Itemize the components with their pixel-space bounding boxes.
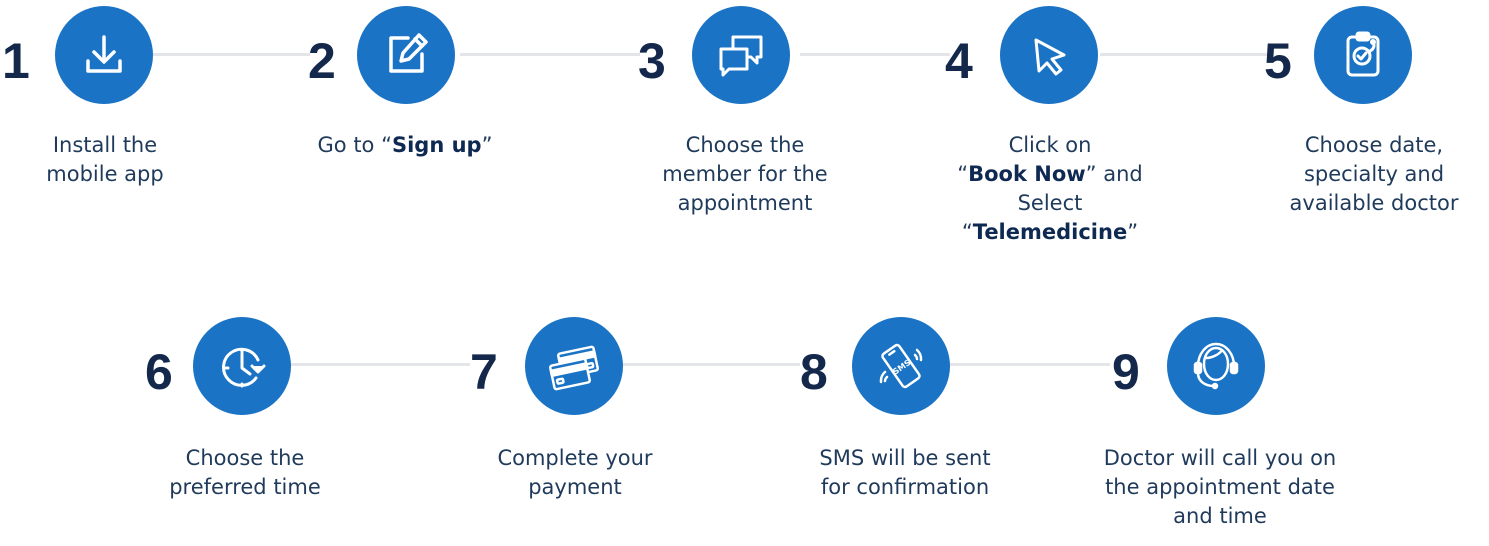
- step-4-caption: Click on “Book Now” and Select “Telemedi…: [945, 131, 1155, 247]
- connector-line-3-4: [800, 53, 950, 56]
- step-4-caption-post: ”: [1127, 220, 1139, 244]
- step-4-number: 4: [945, 33, 973, 89]
- connector-line-4-5: [1100, 53, 1270, 56]
- step-7-number: 7: [470, 344, 498, 400]
- step-4-circle: [1000, 6, 1098, 104]
- step-7-circle: [525, 317, 623, 415]
- step-3-caption-line: appointment: [677, 191, 813, 215]
- step-9-caption: Doctor will call you on the appointment …: [1050, 444, 1390, 531]
- step-7-caption: Complete your payment: [470, 444, 680, 502]
- step-1-circle: [55, 6, 153, 104]
- step-5-caption-line: specialty and: [1303, 162, 1445, 186]
- edit-icon: [389, 33, 428, 73]
- step-6-circle: [193, 317, 291, 415]
- step-9-caption-line: the appointment date: [1105, 475, 1335, 499]
- step-9-number: 9: [1112, 344, 1140, 400]
- connector-line-7-8: [620, 363, 800, 366]
- step-2-number: 2: [308, 33, 336, 89]
- step-2-circle: [357, 6, 455, 104]
- step-9-circle: [1167, 317, 1265, 415]
- cursor-icon: [1034, 38, 1066, 76]
- step-1-caption: Install the mobile app: [10, 131, 200, 189]
- step-8-caption: SMS will be sent for confirmation: [785, 444, 1025, 502]
- connector-line-8-9: [950, 363, 1110, 366]
- step-7-caption-line: payment: [528, 475, 622, 499]
- step-1-number: 1: [2, 33, 30, 89]
- step-5-caption-line: Choose date,: [1304, 133, 1444, 157]
- connector-line-2-3: [460, 53, 640, 56]
- step-6-number: 6: [145, 344, 173, 400]
- telemedicine-label: Telemedicine: [972, 220, 1128, 244]
- step-4-caption-line: Click on: [1008, 133, 1092, 157]
- step-6-caption-line: preferred time: [169, 475, 321, 499]
- step-3-circle: [692, 6, 790, 104]
- step-6-caption-line: Choose the: [185, 446, 305, 470]
- chat-bubbles-icon: [719, 35, 763, 77]
- clock-icon: [222, 347, 266, 388]
- step-9-caption-line: Doctor will call you on: [1103, 446, 1337, 470]
- step-5-caption-line: available doctor: [1289, 191, 1459, 215]
- step-5-number: 5: [1264, 33, 1292, 89]
- headset-agent-icon: [1193, 342, 1239, 390]
- step-3-caption-line: Choose the: [685, 133, 805, 157]
- credit-cards-icon: [549, 345, 599, 391]
- connector-line-6-7: [290, 363, 470, 366]
- step-2-caption-post: ”: [481, 133, 493, 157]
- step-4-caption-post: ” and: [1085, 162, 1143, 186]
- step-4-caption-pre: “: [957, 162, 969, 186]
- sms-phone-icon: SMS: [879, 343, 923, 389]
- step-5-caption: Choose date, specialty and available doc…: [1264, 131, 1484, 218]
- sign-up-label: Sign up: [391, 133, 482, 157]
- step-8-number: 8: [800, 344, 828, 400]
- step-9-caption-line: and time: [1173, 504, 1267, 528]
- step-7-caption-line: Complete your: [497, 446, 653, 470]
- clipboard-stethoscope-icon: [1346, 31, 1380, 77]
- book-now-label: Book Now: [968, 162, 1086, 186]
- download-icon: [86, 35, 122, 73]
- step-2-caption: Go to “Sign up”: [290, 131, 520, 160]
- step-4-caption-pre: “: [961, 220, 973, 244]
- connector-line-1-2: [150, 53, 310, 56]
- step-8-caption-line: for confirmation: [820, 475, 990, 499]
- step-8-circle: SMS: [852, 317, 950, 415]
- step-1-caption-line: Install the: [52, 133, 158, 157]
- step-6-caption: Choose the preferred time: [150, 444, 340, 502]
- step-2-caption-pre: Go to “: [317, 133, 392, 157]
- step-3-caption: Choose the member for the appointment: [640, 131, 850, 218]
- step-5-circle: [1314, 6, 1412, 104]
- step-1-caption-line: mobile app: [46, 162, 164, 186]
- step-3-caption-line: member for the: [662, 162, 828, 186]
- step-4-caption-line: Select: [1017, 191, 1083, 215]
- step-3-number: 3: [638, 33, 666, 89]
- step-8-caption-line: SMS will be sent: [819, 446, 991, 470]
